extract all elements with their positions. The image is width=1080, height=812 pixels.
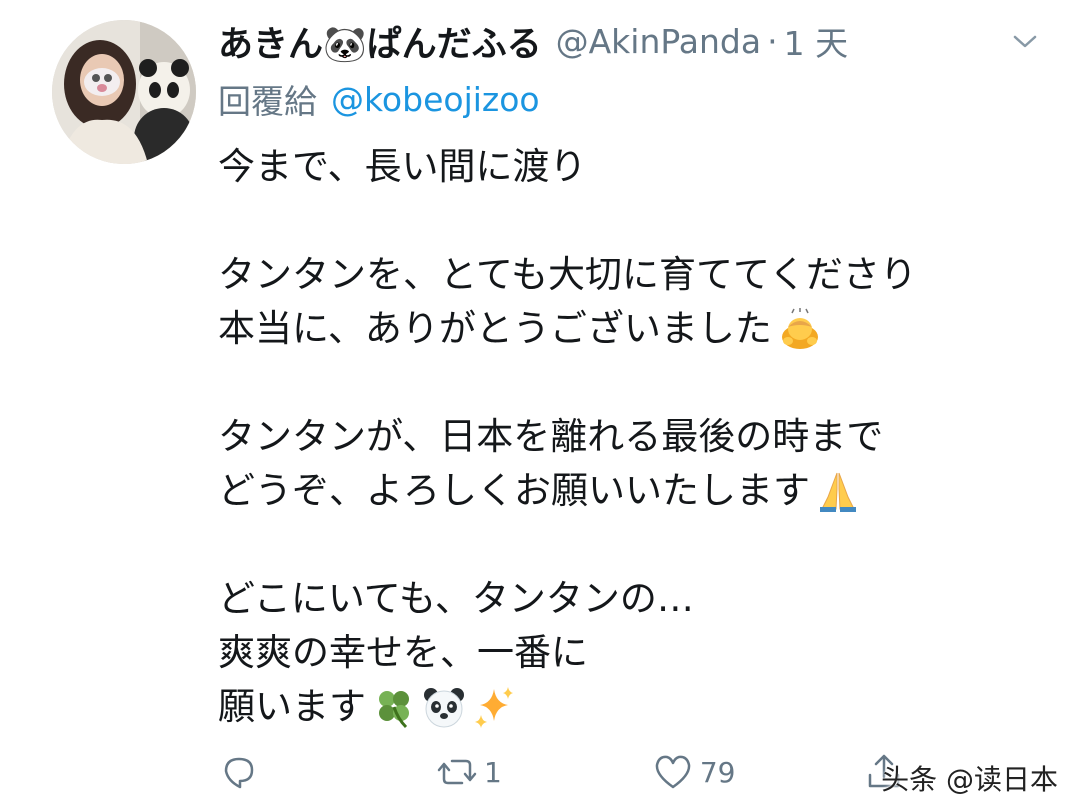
sparkles-icon	[475, 687, 513, 728]
like-button[interactable]: 79	[652, 751, 736, 793]
user-handle[interactable]: @AkinPanda	[556, 22, 762, 61]
retweet-icon	[437, 759, 477, 785]
tweet-text: 今まで、長い間に渡り タンタンを、とても大切に育ててくださり 本当に、ありがとう…	[218, 140, 1058, 734]
tweet-line: 今まで、長い間に渡り	[218, 145, 587, 188]
tweet-line: タンタンが、日本を離れる最後の時まで	[218, 415, 884, 458]
reply-to-link[interactable]: @kobeojizoo	[331, 80, 540, 119]
tweet-header: あきん🐼ぱんだふる @AkinPanda · 1 天	[218, 16, 1040, 66]
tweet-line: 願います	[218, 680, 1058, 734]
retweet-count: 1	[484, 755, 502, 789]
heart-icon	[655, 755, 691, 789]
avatar-photo	[52, 20, 196, 164]
tweet-line: 爽爽の幸せを、一番に	[218, 631, 588, 674]
separator-dot: ·	[767, 21, 778, 61]
tweet-line: 本当に、ありがとうございました	[218, 302, 1058, 356]
like-count: 79	[699, 755, 736, 789]
reply-icon	[224, 757, 254, 789]
tweet-line: どこにいても、タンタンの…	[218, 577, 694, 620]
tweet-timestamp[interactable]: 1 天	[784, 17, 849, 65]
tweet-line: どうぞ、よろしくお願いいたします	[218, 464, 1058, 518]
reply-prefix-label: 回覆給	[218, 82, 317, 121]
display-name[interactable]: あきん🐼ぱんだふる	[218, 16, 542, 67]
panda-face-icon	[424, 688, 464, 728]
retweet-button[interactable]: 1	[436, 751, 502, 793]
folded-hands-icon	[820, 472, 856, 512]
four-leaf-clover-icon	[379, 691, 409, 729]
chevron-down-icon[interactable]	[1010, 26, 1040, 56]
avatar[interactable]	[52, 20, 196, 164]
reply-button[interactable]	[218, 751, 266, 793]
replying-to: 回覆給 @kobeojizoo	[218, 76, 540, 122]
person-bowing-icon	[781, 308, 818, 349]
tweet-line: タンタンを、とても大切に育ててくださり	[218, 253, 917, 296]
watermark: 头条 @读日本	[881, 763, 1058, 796]
